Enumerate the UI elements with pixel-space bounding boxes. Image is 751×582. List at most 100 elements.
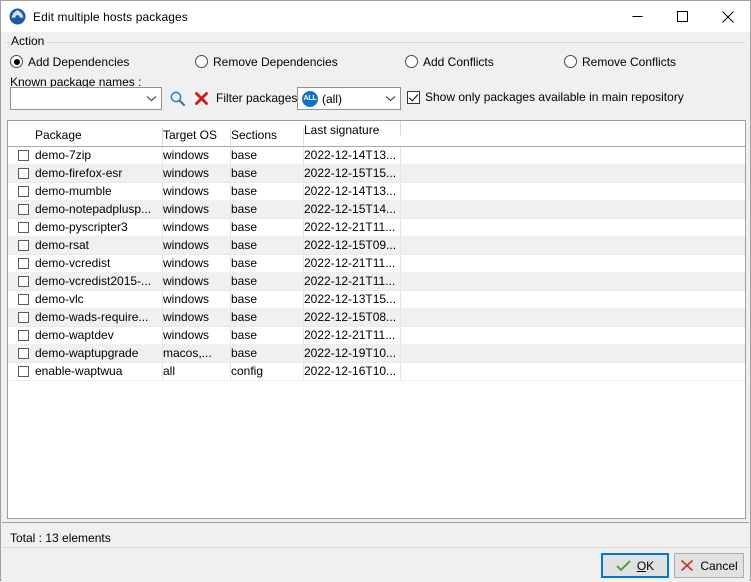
table-row[interactable]: demo-vcredistwindowsbase2022-12-21T11...: [8, 255, 745, 273]
filter-row: Filter packages ALL (all) Show only pack…: [1, 87, 750, 111]
chevron-down-icon: [380, 95, 400, 102]
table-row[interactable]: demo-notepadplusp...windowsbase2022-12-1…: [8, 201, 745, 219]
groupbox-divider: [6, 42, 745, 43]
chevron-down-icon: [141, 95, 161, 102]
cell-last-signature: 2022-12-14T13...: [304, 147, 401, 164]
radio-remove-dependencies[interactable]: Remove Dependencies: [195, 53, 338, 70]
table-row[interactable]: demo-waptupgrademacos,...base2022-12-19T…: [8, 345, 745, 363]
radio-label: Remove Conflicts: [582, 55, 676, 69]
checkbox-icon[interactable]: [18, 204, 29, 215]
cell-package: demo-wads-require...: [35, 309, 163, 326]
cell-last-signature: 2022-12-15T09...: [304, 237, 401, 254]
radio-mark-icon: [564, 55, 577, 68]
row-checkbox-cell[interactable]: [8, 201, 35, 218]
row-checkbox-cell[interactable]: [8, 183, 35, 200]
cell-sections: base: [231, 147, 304, 164]
cell-spacer: [401, 165, 745, 182]
cell-package: demo-firefox-esr: [35, 165, 163, 182]
checkbox-icon[interactable]: [18, 276, 29, 287]
cell-target-os: windows: [163, 327, 231, 344]
cell-sections: base: [231, 327, 304, 344]
cell-spacer: [401, 147, 745, 164]
maximize-button[interactable]: [660, 1, 705, 32]
show-main-repo-label: Show only packages available in main rep…: [425, 90, 684, 104]
radio-remove-conflicts[interactable]: Remove Conflicts: [564, 53, 676, 70]
cell-sections: base: [231, 255, 304, 272]
show-main-repo-checkbox[interactable]: Show only packages available in main rep…: [407, 90, 684, 104]
row-checkbox-cell[interactable]: [8, 309, 35, 326]
checkbox-icon[interactable]: [18, 312, 29, 323]
cell-sections: base: [231, 273, 304, 290]
search-icon[interactable]: [169, 90, 186, 107]
table-row[interactable]: demo-firefox-esrwindowsbase2022-12-15T15…: [8, 165, 745, 183]
row-checkbox-cell[interactable]: [8, 219, 35, 236]
packages-grid[interactable]: Package Target OS Sections Last signatur…: [7, 120, 746, 519]
cell-target-os: windows: [163, 273, 231, 290]
cell-target-os: windows: [163, 147, 231, 164]
cell-sections: base: [231, 291, 304, 308]
row-checkbox-cell[interactable]: [8, 237, 35, 254]
cell-sections: base: [231, 165, 304, 182]
radio-add-conflicts[interactable]: Add Conflicts: [405, 53, 494, 70]
package-name-combobox[interactable]: [10, 87, 162, 110]
cell-sections: base: [231, 201, 304, 218]
table-row[interactable]: demo-rsatwindowsbase2022-12-15T09...: [8, 237, 745, 255]
row-checkbox-cell[interactable]: [8, 273, 35, 290]
cell-last-signature: 2022-12-15T15...: [304, 165, 401, 182]
column-separator[interactable]: [400, 121, 401, 136]
checkbox-icon[interactable]: [18, 186, 29, 197]
grid-header-target-os[interactable]: Target OS: [163, 128, 231, 146]
checkbox-icon[interactable]: [18, 366, 29, 377]
checkbox-icon[interactable]: [18, 150, 29, 161]
cell-spacer: [401, 363, 745, 380]
grid-header-spacer: [401, 142, 745, 146]
grid-header-package[interactable]: Package: [35, 128, 163, 146]
table-row[interactable]: demo-waptdevwindowsbase2022-12-21T11...: [8, 327, 745, 345]
row-checkbox-cell[interactable]: [8, 345, 35, 362]
row-checkbox-cell[interactable]: [8, 291, 35, 308]
cross-icon: [680, 559, 694, 572]
table-row[interactable]: demo-pyscripter3windowsbase2022-12-21T11…: [8, 219, 745, 237]
total-elements-label: Total : 13 elements: [10, 531, 111, 545]
row-checkbox-cell[interactable]: [8, 327, 35, 344]
cell-package: demo-vlc: [35, 291, 163, 308]
row-checkbox-cell[interactable]: [8, 363, 35, 380]
close-button[interactable]: [705, 1, 750, 32]
clear-red-cross-icon[interactable]: [193, 90, 210, 107]
cell-sections: base: [231, 237, 304, 254]
radio-label: Add Dependencies: [28, 55, 129, 69]
filter-packages-combobox[interactable]: ALL (all): [297, 87, 401, 110]
dialog-window: Edit multiple hosts packages Action Add …: [0, 0, 751, 581]
action-radio-group: Add Dependencies Remove Dependencies Add…: [1, 53, 750, 71]
grid-header-last-signature[interactable]: Last signature: [304, 121, 401, 137]
checkbox-icon[interactable]: [18, 222, 29, 233]
table-row[interactable]: demo-wads-require...windowsbase2022-12-1…: [8, 309, 745, 327]
checkbox-icon[interactable]: [18, 258, 29, 269]
table-row[interactable]: enable-waptwuaallconfig2022-12-16T10...: [8, 363, 745, 381]
cancel-button[interactable]: Cancel: [674, 553, 744, 578]
cell-package: enable-waptwua: [35, 363, 163, 380]
checkbox-icon[interactable]: [18, 348, 29, 359]
table-row[interactable]: demo-vlcwindowsbase2022-12-13T15...: [8, 291, 745, 309]
cell-target-os: windows: [163, 255, 231, 272]
check-icon: [616, 560, 631, 572]
grid-header-sections[interactable]: Sections: [231, 128, 304, 146]
checkbox-icon[interactable]: [18, 294, 29, 305]
radio-add-dependencies[interactable]: Add Dependencies: [10, 53, 129, 70]
checkbox-icon[interactable]: [18, 330, 29, 341]
checkbox-icon[interactable]: [18, 168, 29, 179]
cell-target-os: windows: [163, 219, 231, 236]
row-checkbox-cell[interactable]: [8, 255, 35, 272]
cell-target-os: windows: [163, 165, 231, 182]
table-row[interactable]: demo-vcredist2015-...windowsbase2022-12-…: [8, 273, 745, 291]
minimize-button[interactable]: [615, 1, 660, 32]
cell-target-os: windows: [163, 309, 231, 326]
checkbox-icon[interactable]: [18, 240, 29, 251]
row-checkbox-cell[interactable]: [8, 147, 35, 164]
table-row[interactable]: demo-7zipwindowsbase2022-12-14T13...: [8, 147, 745, 165]
cell-sections: base: [231, 345, 304, 362]
table-row[interactable]: demo-mumblewindowsbase2022-12-14T13...: [8, 183, 745, 201]
grid-header-select-all[interactable]: [8, 142, 35, 146]
ok-button[interactable]: OK: [601, 553, 669, 578]
row-checkbox-cell[interactable]: [8, 165, 35, 182]
